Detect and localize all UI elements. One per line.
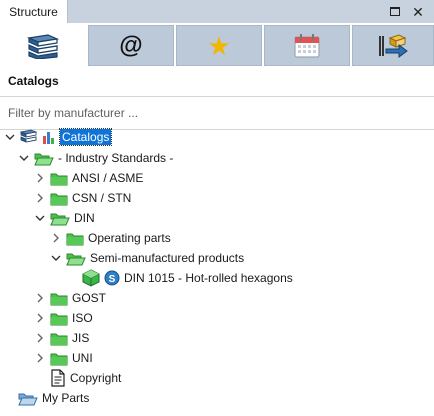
document-icon bbox=[50, 369, 66, 387]
tab-email[interactable]: @ bbox=[88, 25, 174, 66]
folder-open-icon bbox=[50, 210, 70, 226]
tree-node-iso[interactable]: ISO bbox=[34, 308, 93, 328]
tree-node-label: ISO bbox=[72, 311, 93, 325]
tree-node-uni[interactable]: UNI bbox=[34, 348, 93, 368]
expand-chevron-icon[interactable] bbox=[34, 328, 46, 348]
tree-node-jis[interactable]: JIS bbox=[34, 328, 89, 348]
folder-open-icon bbox=[18, 390, 38, 406]
bar-chart-icon bbox=[42, 130, 56, 144]
maximize-icon bbox=[390, 7, 400, 16]
expand-chevron-icon[interactable] bbox=[34, 348, 46, 368]
collapse-chevron-icon[interactable] bbox=[50, 248, 62, 268]
tree-node-label: My Parts bbox=[42, 391, 90, 405]
folder-icon bbox=[50, 310, 68, 326]
close-icon: ✕ bbox=[412, 3, 424, 20]
tree-node-label: ANSI / ASME bbox=[72, 171, 144, 185]
tree-node-gost[interactable]: GOST bbox=[34, 288, 106, 308]
folder-icon bbox=[50, 190, 68, 206]
tree-node-label: CSN / STN bbox=[72, 191, 132, 205]
export-icon bbox=[379, 33, 408, 58]
collapse-chevron-icon[interactable] bbox=[34, 208, 46, 228]
structure-tab-label: Structure bbox=[9, 4, 58, 19]
calendar-icon bbox=[294, 33, 320, 58]
expand-chevron-icon[interactable] bbox=[34, 308, 46, 328]
close-button[interactable]: ✕ bbox=[407, 0, 429, 23]
tree-node-ansi-asme[interactable]: ANSI / ASME bbox=[34, 168, 143, 188]
books-icon bbox=[20, 129, 38, 145]
collapse-chevron-icon[interactable] bbox=[18, 148, 30, 168]
green-cube-icon bbox=[82, 269, 100, 287]
tab-catalogs[interactable] bbox=[0, 25, 86, 66]
tree-node-label: Operating parts bbox=[88, 231, 171, 245]
structure-tab[interactable]: Structure bbox=[0, 0, 68, 23]
expand-chevron-icon[interactable] bbox=[34, 288, 46, 308]
folder-open-icon bbox=[66, 250, 86, 266]
tree-node-label: GOST bbox=[72, 291, 107, 305]
at-sign-icon: @ bbox=[119, 31, 143, 59]
folder-icon bbox=[66, 230, 84, 246]
tree-node-label: Catalogs bbox=[58, 128, 113, 146]
tree-node-industry-standards[interactable]: - Industry Standards - bbox=[18, 148, 173, 168]
folder-icon bbox=[50, 290, 68, 306]
manufacturer-filter-input[interactable] bbox=[0, 97, 434, 129]
tree-node-my-parts[interactable]: My Parts bbox=[18, 388, 89, 408]
svg-text:S: S bbox=[109, 274, 116, 285]
tree-node-din-1015[interactable]: S DIN 1015 - Hot-rolled hexagons bbox=[82, 268, 293, 288]
tree-node-label: DIN bbox=[74, 211, 95, 225]
folder-icon bbox=[50, 350, 68, 366]
tree-node-csn-stn[interactable]: CSN / STN bbox=[34, 188, 131, 208]
expand-chevron-icon[interactable] bbox=[34, 168, 46, 188]
folder-open-icon bbox=[34, 150, 54, 166]
view-tabs: @ ★ bbox=[0, 23, 434, 68]
section-title: Catalogs bbox=[8, 74, 59, 88]
tree-node-label: - Industry Standards - bbox=[58, 151, 174, 165]
collapse-chevron-icon[interactable] bbox=[4, 127, 16, 147]
folder-icon bbox=[50, 170, 68, 186]
tab-export[interactable] bbox=[352, 25, 434, 66]
tree-node-label: Copyright bbox=[70, 371, 122, 385]
folder-icon bbox=[50, 330, 68, 346]
standard-badge-icon: S bbox=[104, 270, 120, 286]
expand-chevron-icon[interactable] bbox=[50, 228, 62, 248]
maximize-button[interactable] bbox=[384, 0, 406, 23]
tree-node-din[interactable]: DIN bbox=[34, 208, 95, 228]
tree-node-operating-parts[interactable]: Operating parts bbox=[50, 228, 171, 248]
title-bar: Structure ✕ bbox=[0, 0, 434, 23]
star-icon: ★ bbox=[207, 30, 231, 61]
tree-node-label: UNI bbox=[72, 351, 93, 365]
tab-calendar[interactable] bbox=[264, 25, 350, 66]
tree-node-semi-manufactured[interactable]: Semi-manufactured products bbox=[50, 248, 244, 268]
tree-node-label: Semi-manufactured products bbox=[90, 251, 245, 265]
expand-chevron-icon[interactable] bbox=[34, 188, 46, 208]
tree-node-label: DIN 1015 - Hot-rolled hexagons bbox=[124, 271, 293, 285]
books-icon bbox=[26, 33, 60, 59]
tree-node-label: JIS bbox=[72, 331, 90, 345]
tab-favorites[interactable]: ★ bbox=[176, 25, 262, 66]
tree-node-catalogs[interactable]: Catalogs bbox=[4, 127, 113, 147]
tree-node-copyright[interactable]: Copyright bbox=[50, 368, 121, 388]
filter-box bbox=[0, 96, 434, 130]
